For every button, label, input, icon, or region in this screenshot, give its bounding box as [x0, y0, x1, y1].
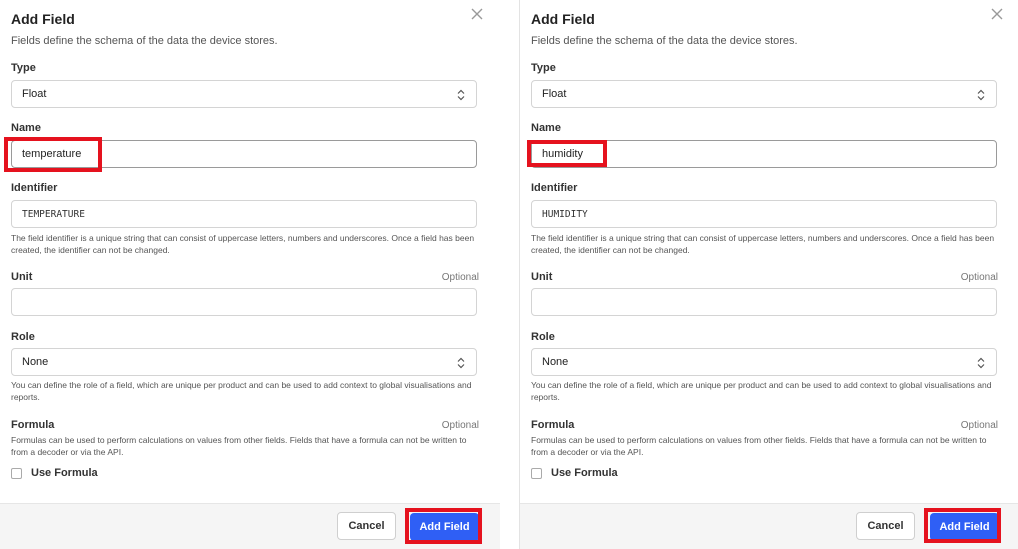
name-label: Name	[531, 122, 561, 134]
name-input[interactable]: temperature	[11, 140, 477, 168]
unit-input[interactable]	[531, 288, 997, 316]
type-select-value: Float	[542, 88, 567, 100]
identifier-help-text: The field identifier is a unique string …	[11, 233, 475, 255]
formula-help-text: Formulas can be used to perform calculat…	[11, 435, 467, 457]
identifier-input-value: HUMIDITY	[542, 208, 588, 220]
unit-label: Unit	[11, 271, 33, 283]
use-formula-checkbox-row[interactable]: Use Formula	[11, 467, 98, 479]
formula-help-text: Formulas can be used to perform calculat…	[531, 435, 987, 457]
name-label: Name	[11, 122, 41, 134]
select-arrows-icon	[977, 357, 985, 369]
unit-optional-label: Optional	[960, 272, 998, 283]
identifier-input-value: TEMPERATURE	[22, 208, 85, 220]
type-label: Type	[11, 62, 36, 74]
use-formula-checkbox[interactable]	[11, 467, 22, 479]
formula-label: Formula	[11, 419, 55, 431]
identifier-input[interactable]: HUMIDITY	[531, 200, 997, 228]
dialog-subtitle: Fields define the schema of the data the…	[531, 35, 798, 47]
name-input[interactable]: humidity	[531, 140, 997, 168]
add-field-dialog-temperature: Add Field Fields define the schema of th…	[0, 0, 500, 549]
type-select[interactable]: Float	[531, 80, 997, 108]
dialog-footer: Cancel Add Field	[0, 503, 500, 549]
cancel-button[interactable]: Cancel	[337, 512, 396, 540]
select-arrows-icon	[457, 89, 465, 101]
add-field-button[interactable]: Add Field	[410, 513, 479, 541]
select-arrows-icon	[457, 357, 465, 369]
use-formula-label: Use Formula	[551, 467, 618, 479]
type-select-value: Float	[22, 88, 47, 100]
formula-optional-label: Optional	[960, 420, 998, 431]
close-icon[interactable]	[988, 5, 1006, 23]
unit-optional-label: Optional	[441, 272, 479, 283]
cancel-button[interactable]: Cancel	[856, 512, 915, 540]
role-help-text: You can define the role of a field, whic…	[11, 380, 472, 402]
dialog-title: Add Field	[531, 11, 595, 27]
role-label: Role	[11, 331, 35, 343]
identifier-help-text: The field identifier is a unique string …	[531, 233, 995, 255]
add-field-dialog-humidity: Add Field Fields define the schema of th…	[519, 0, 1018, 549]
dialog-subtitle: Fields define the schema of the data the…	[11, 35, 278, 47]
identifier-label: Identifier	[531, 182, 578, 194]
role-select[interactable]: None	[531, 348, 997, 376]
role-select[interactable]: None	[11, 348, 477, 376]
role-select-value: None	[22, 356, 49, 368]
select-arrows-icon	[977, 89, 985, 101]
type-select[interactable]: Float	[11, 80, 477, 108]
formula-label: Formula	[531, 419, 575, 431]
use-formula-checkbox[interactable]	[531, 467, 542, 479]
name-input-value: humidity	[542, 148, 583, 160]
close-icon[interactable]	[468, 5, 486, 23]
formula-optional-label: Optional	[441, 420, 479, 431]
dialog-footer: Cancel Add Field	[520, 503, 1018, 549]
identifier-label: Identifier	[11, 182, 58, 194]
type-label: Type	[531, 62, 556, 74]
role-label: Role	[531, 331, 555, 343]
use-formula-label: Use Formula	[31, 467, 98, 479]
identifier-input[interactable]: TEMPERATURE	[11, 200, 477, 228]
unit-input[interactable]	[11, 288, 477, 316]
name-input-value: temperature	[22, 148, 82, 160]
role-help-text: You can define the role of a field, whic…	[531, 380, 992, 402]
panel-divider	[505, 0, 519, 549]
add-field-button[interactable]: Add Field	[930, 513, 999, 541]
role-select-value: None	[542, 356, 569, 368]
use-formula-checkbox-row[interactable]: Use Formula	[531, 467, 618, 479]
unit-label: Unit	[531, 271, 553, 283]
dialog-title: Add Field	[11, 11, 75, 27]
